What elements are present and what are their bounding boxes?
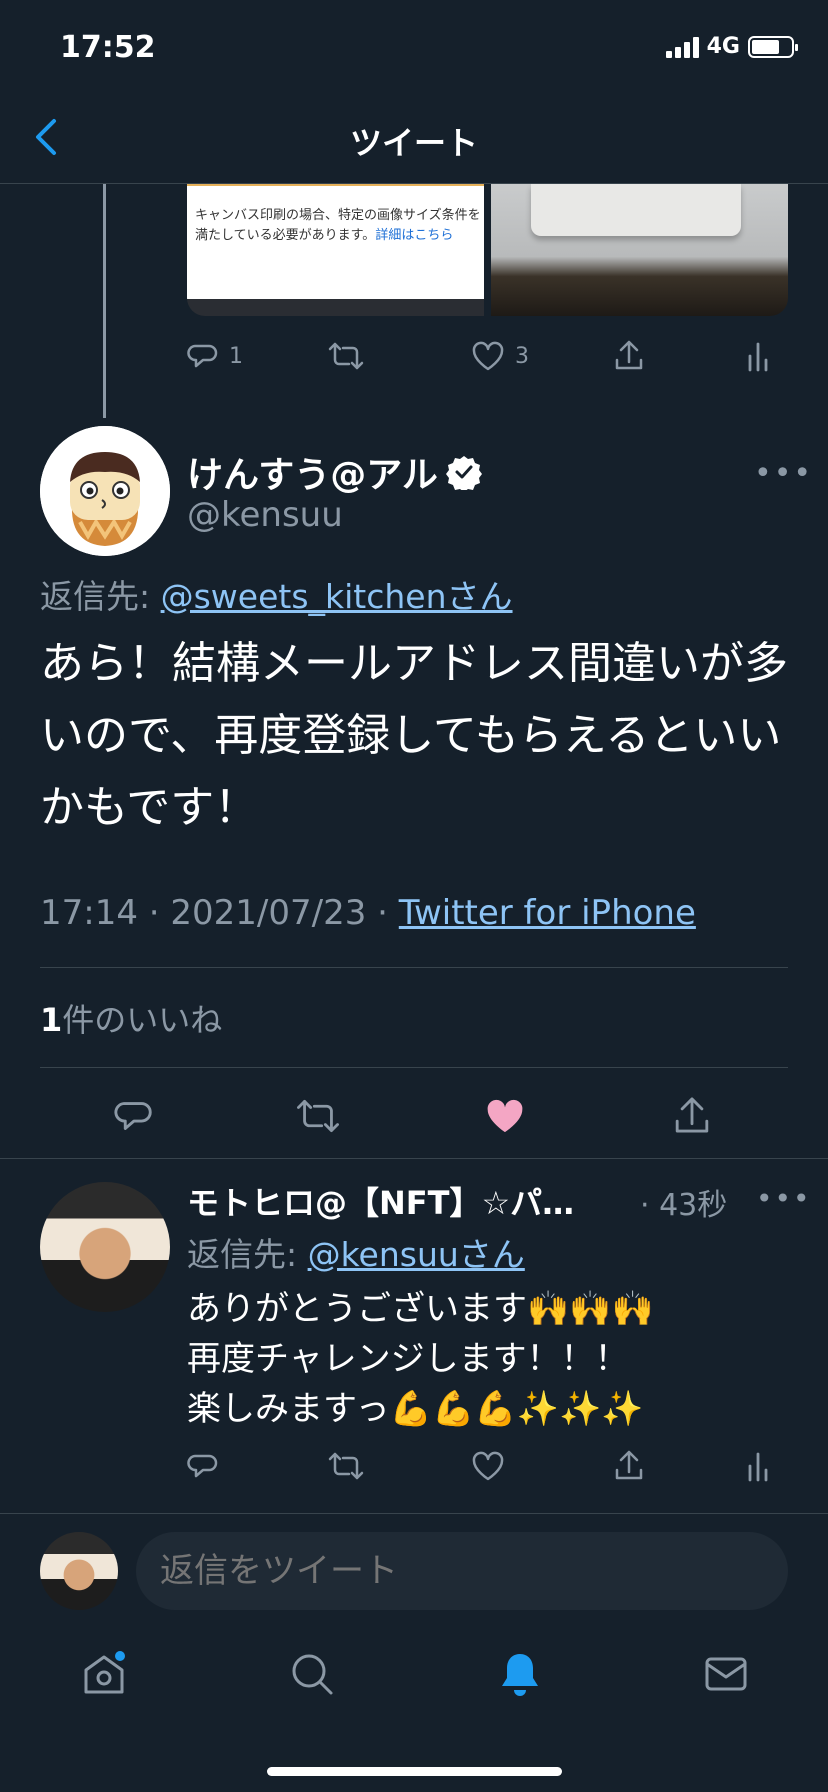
home-icon (84, 1651, 125, 1694)
reply-time: · 43秒 (640, 1188, 728, 1223)
retweet-button[interactable] (328, 1450, 364, 1482)
avatar-owl-illustration (40, 426, 170, 556)
tweet-source-link[interactable]: Twitter for iPhone (399, 893, 696, 933)
reply-to: 返信先: @kensuuさん (187, 1228, 525, 1276)
notification-dot (115, 1651, 125, 1661)
mail-icon (705, 1657, 747, 1691)
network-label: 4G (706, 34, 740, 59)
status-indicators: 4G (665, 34, 798, 59)
analytics-button[interactable] (746, 340, 770, 372)
tab-home[interactable] (80, 1650, 128, 1698)
divider (0, 1158, 828, 1159)
battery-icon (748, 35, 798, 58)
tab-messages[interactable] (702, 1650, 750, 1698)
retweet-icon (297, 1099, 339, 1133)
avatar (40, 1532, 118, 1610)
reply-to-user-link[interactable]: @sweets_kitchenさん (161, 577, 513, 616)
tab-notifications[interactable] (496, 1650, 544, 1698)
reply-to-label: 返信先: (187, 1235, 308, 1274)
likes-summary[interactable]: 1件のいいね (40, 995, 222, 1041)
reply-icon (187, 344, 218, 368)
retweet-icon (328, 1452, 364, 1480)
tweet-text: あら！結構メールアドレス間違いが多いので、再度登録してもらえるといいかもです！ (40, 638, 788, 833)
search-icon (292, 1654, 333, 1695)
tweet-text-line: ありがとうございます🙌🙌🙌 (187, 1289, 655, 1329)
display-name[interactable]: けんすう@アル (187, 446, 482, 498)
page-title: ツイート (349, 124, 478, 162)
share-icon (615, 340, 643, 370)
tweet-image[interactable]: キャンバス印刷の場合、特定の画像サイズ条件を満たしている必要があります。詳細はこ… (187, 184, 484, 316)
more-options-icon[interactable]: ••• (754, 456, 813, 491)
reply-button[interactable] (187, 1450, 219, 1482)
like-button[interactable] (471, 1450, 505, 1482)
analytics-button[interactable] (746, 1450, 770, 1482)
verified-badge-icon (445, 456, 482, 490)
analytics-icon (748, 1452, 768, 1482)
retweet-button[interactable] (328, 340, 364, 372)
avatar[interactable] (40, 426, 170, 556)
retweet-button[interactable] (296, 1096, 340, 1136)
likes-label: 件のいいね (62, 1001, 223, 1039)
share-button[interactable] (672, 1094, 712, 1136)
heart-filled-icon (487, 1099, 523, 1133)
share-icon (675, 1097, 709, 1133)
image-caption-link: 詳細はこちら (375, 228, 454, 243)
heart-icon (472, 341, 504, 371)
share-icon (615, 1450, 643, 1480)
display-name[interactable]: モトヒロ@【NFT】☆パ… (187, 1178, 627, 1224)
reply-icon (114, 1102, 152, 1130)
tweet-text-line: 楽しみますっ💪💪💪✨✨✨ (187, 1389, 644, 1429)
reply-to-label: 返信先: (40, 577, 161, 616)
home-indicator (267, 1767, 562, 1776)
avatar[interactable] (40, 1182, 170, 1312)
tweet-text: ありがとうございます🙌🙌🙌 再度チャレンジします！！！ 楽しみますっ💪💪💪✨✨✨ (187, 1284, 807, 1434)
divider (40, 1067, 788, 1068)
user-handle[interactable]: @kensuu (187, 495, 343, 535)
like-button-active[interactable] (484, 1096, 526, 1136)
status-time: 17:52 (60, 30, 156, 65)
tweet-meta: 17:14 · 2021/07/23 · Twitter for iPhone (40, 893, 696, 933)
tab-search[interactable] (288, 1650, 336, 1698)
like-button[interactable]: 3 (471, 340, 529, 372)
tweet-image[interactable] (491, 184, 788, 316)
composer-divider (0, 1513, 828, 1514)
display-name-text: けんすう@アル (187, 455, 438, 496)
retweet-icon (328, 342, 364, 370)
reply-to: 返信先: @sweets_kitchenさん (40, 570, 513, 618)
analytics-icon (748, 342, 768, 372)
reply-icon (187, 1454, 218, 1478)
like-count: 3 (515, 343, 529, 369)
reply-button[interactable]: 1 (187, 340, 243, 372)
share-button[interactable] (613, 338, 645, 372)
reply-to-user-link[interactable]: @kensuuさん (308, 1235, 525, 1274)
thread-line (103, 184, 106, 418)
signal-icon (665, 36, 699, 58)
bell-icon (502, 1654, 538, 1696)
tweet-text-line: 再度チャレンジします！！！ (187, 1339, 629, 1379)
divider (40, 967, 788, 968)
tweet-timestamp: 17:14 · 2021/07/23 · (40, 893, 399, 933)
reply-button[interactable] (114, 1096, 154, 1136)
reply-input[interactable] (136, 1532, 788, 1610)
reply-count: 1 (229, 343, 243, 369)
share-button[interactable] (613, 1448, 645, 1482)
heart-icon (472, 1451, 504, 1481)
likes-count: 1 (40, 1001, 63, 1039)
more-options-icon[interactable]: ••• (756, 1182, 812, 1215)
